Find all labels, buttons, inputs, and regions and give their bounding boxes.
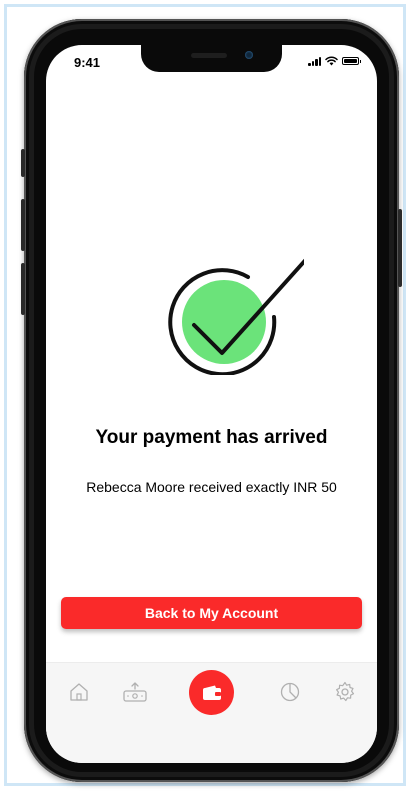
tab-analytics[interactable] (275, 677, 305, 707)
phone-frame: 9:41 Your payment has arrived Rebecca Mo… (21, 19, 402, 782)
volume-down-button (21, 263, 25, 315)
signal-icon (308, 56, 321, 66)
bottom-tab-bar (46, 662, 377, 763)
checkmark-circle-icon (168, 258, 304, 375)
mockup-canvas: 9:41 Your payment has arrived Rebecca Mo… (0, 0, 412, 792)
success-message: Rebecca Moore received exactly INR 50 (86, 479, 337, 495)
gear-icon (336, 681, 355, 702)
wallet-icon (202, 685, 221, 700)
tab-home[interactable] (64, 677, 94, 707)
phone-screen: 9:41 Your payment has arrived Rebecca Mo… (46, 45, 377, 763)
wifi-icon (325, 56, 338, 66)
silent-switch (21, 149, 25, 177)
back-to-account-button[interactable]: Back to My Account (61, 597, 362, 629)
battery-icon (342, 57, 361, 65)
status-time: 9:41 (74, 55, 101, 70)
home-icon (70, 683, 88, 701)
front-camera (245, 51, 253, 59)
tab-transfer[interactable] (120, 677, 150, 707)
tab-wallet[interactable] (189, 670, 234, 715)
notch (141, 45, 282, 72)
power-button (398, 209, 402, 287)
volume-up-button (21, 199, 25, 251)
transfer-icon (123, 682, 147, 702)
tab-settings[interactable] (330, 677, 360, 707)
status-icons (308, 56, 361, 66)
pie-chart-icon (280, 682, 300, 702)
speaker (191, 53, 227, 58)
success-title: Your payment has arrived (95, 427, 328, 448)
